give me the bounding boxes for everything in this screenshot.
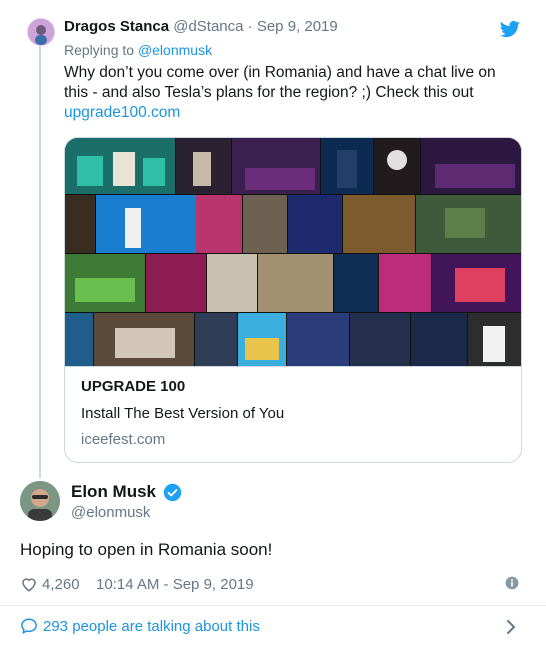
reply-link[interactable]: upgrade100.com	[64, 103, 496, 123]
reply-date[interactable]: · Sep 9, 2019	[248, 18, 338, 35]
card-description: Install The Best Version of You	[81, 405, 285, 422]
reply-author-handle[interactable]: @dStanca	[173, 18, 243, 35]
talking-about-text: 293 people are talking about this	[43, 617, 260, 635]
twitter-bird-icon[interactable]	[499, 19, 521, 39]
thread-line	[39, 46, 41, 478]
tweet-timestamp[interactable]: 10:14 AM - Sep 9, 2019	[96, 576, 254, 593]
reply-author-avatar[interactable]	[27, 18, 55, 46]
link-preview-card[interactable]: UPGRADE 100 Install The Best Version of …	[64, 137, 522, 463]
chevron-right-icon[interactable]	[505, 619, 517, 635]
main-author-name[interactable]: Elon Musk	[71, 482, 156, 501]
replying-to-link[interactable]: @elonmusk	[138, 42, 212, 58]
card-image-collage	[65, 138, 521, 366]
info-icon[interactable]	[505, 576, 519, 590]
main-author-avatar[interactable]	[20, 481, 60, 521]
heart-icon	[20, 575, 38, 593]
main-tweet-text: Hoping to open in Romania soon!	[20, 540, 273, 559]
reply-text: Why don’t you come over (in Romania) and…	[64, 64, 496, 123]
like-count: 4,260	[42, 575, 80, 593]
like-button[interactable]: 4,260	[20, 574, 80, 594]
card-domain: iceefest.com	[81, 431, 166, 448]
talking-about-link[interactable]: 293 people are talking about this	[20, 617, 260, 635]
verified-badge-icon	[163, 483, 182, 502]
comment-bubble-icon	[20, 617, 38, 635]
card-title: UPGRADE 100	[81, 378, 186, 395]
footer-divider	[0, 605, 546, 606]
replying-to: Replying to @elonmusk	[64, 42, 213, 58]
reply-author-name[interactable]: Dragos Stanca	[64, 18, 169, 35]
main-author-handle[interactable]: @elonmusk	[71, 504, 150, 521]
